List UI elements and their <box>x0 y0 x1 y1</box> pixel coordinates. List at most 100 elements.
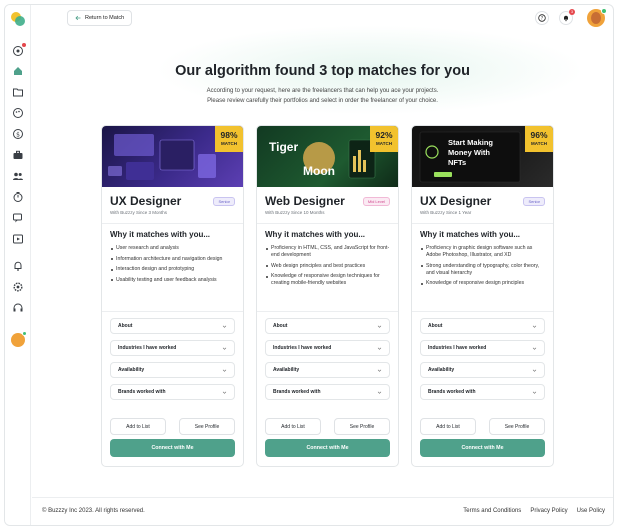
chevron-down-icon <box>222 391 227 394</box>
see-profile-button[interactable]: See Profile <box>334 418 390 435</box>
industries-accordion[interactable]: Industries I have worked <box>110 340 235 356</box>
add-to-list-button[interactable]: Add to List <box>110 418 166 435</box>
return-to-match-label: Return to Match <box>85 15 125 21</box>
use-policy-link[interactable]: Use Policy <box>577 508 605 514</box>
home-icon[interactable] <box>12 65 24 77</box>
chevron-down-icon <box>222 369 227 372</box>
see-profile-button[interactable]: See Profile <box>489 418 545 435</box>
skill-item: Information architecture and navigation … <box>110 256 235 263</box>
accordion-label: Brands worked with <box>428 389 476 395</box>
about-accordion[interactable]: About <box>265 318 390 334</box>
chevron-down-icon <box>377 347 382 350</box>
about-accordion[interactable]: About <box>420 318 545 334</box>
divider <box>257 223 398 224</box>
chevron-down-icon <box>377 325 382 328</box>
chevron-down-icon <box>532 325 537 328</box>
dollar-icon[interactable]: $ <box>12 128 24 140</box>
add-to-list-button[interactable]: Add to List <box>420 418 476 435</box>
about-accordion[interactable]: About <box>110 318 235 334</box>
online-indicator <box>601 8 607 14</box>
skills-list: Proficiency in HTML, CSS, and JavaScript… <box>265 245 390 309</box>
portfolio-headline: Start Making <box>448 138 494 147</box>
match-percent: 98% <box>220 130 238 140</box>
skills-list: User research and analysis Information a… <box>110 245 235 309</box>
arrow-left-icon <box>75 15 81 21</box>
video-icon[interactable] <box>12 233 24 245</box>
help-button[interactable]: ? <box>535 11 549 25</box>
skill-item: Knowledge of responsive design principle… <box>420 280 545 287</box>
accordion-label: Availability <box>118 367 145 373</box>
help-icon: ? <box>538 14 546 22</box>
match-badge: 96% MATCH <box>525 126 553 152</box>
add-to-list-button[interactable]: Add to List <box>265 418 321 435</box>
chat-icon[interactable] <box>12 212 24 224</box>
chevron-down-icon <box>532 391 537 394</box>
match-label: MATCH <box>376 141 392 146</box>
why-match-heading: Why it matches with you... <box>265 230 366 239</box>
brand-logo[interactable] <box>11 12 25 26</box>
accordion-label: Availability <box>273 367 300 373</box>
page-title: Our algorithm found 3 top matches for yo… <box>175 63 470 79</box>
match-percent: 96% <box>530 130 548 140</box>
availability-accordion[interactable]: Availability <box>420 362 545 378</box>
portfolio-preview[interactable]: Tiger Moon 92% MATCH <box>257 126 398 187</box>
skill-item: Usability testing and user feedback anal… <box>110 277 235 284</box>
divider <box>102 223 243 224</box>
settings-icon[interactable] <box>12 281 24 293</box>
chevron-down-icon <box>377 369 382 372</box>
match-label: MATCH <box>221 141 237 146</box>
users-icon[interactable] <box>12 170 24 182</box>
freelancer-card: 98% MATCH UX Designer Senior With Buzzzy… <box>101 125 244 467</box>
online-indicator <box>22 331 27 336</box>
level-badge: Mid Level <box>362 197 390 206</box>
industries-accordion[interactable]: Industries I have worked <box>420 340 545 356</box>
headset-icon[interactable] <box>12 302 24 314</box>
portfolio-preview[interactable]: 98% MATCH <box>102 126 243 187</box>
brands-accordion[interactable]: Brands worked with <box>420 384 545 400</box>
divider <box>102 311 243 312</box>
palette-icon[interactable] <box>12 107 24 119</box>
copyright-text: © Buzzzy Inc 2023. All rights reserved. <box>42 508 145 514</box>
accordion-label: Availability <box>428 367 455 373</box>
terms-link[interactable]: Terms and Conditions <box>463 508 521 514</box>
page-subtitle-line-2: Please review carefully their portfolios… <box>207 98 438 104</box>
industries-accordion[interactable]: Industries I have worked <box>265 340 390 356</box>
level-badge: Senior <box>523 197 545 206</box>
portfolio-headline: NFTs <box>448 158 467 167</box>
bell-icon[interactable] <box>12 260 24 272</box>
user-avatar[interactable] <box>587 8 607 27</box>
brands-accordion[interactable]: Brands worked with <box>110 384 235 400</box>
privacy-link[interactable]: Privacy Policy <box>530 508 567 514</box>
why-match-heading: Why it matches with you... <box>110 230 211 239</box>
sidebar-avatar[interactable] <box>11 331 27 347</box>
chevron-down-icon <box>532 369 537 372</box>
brands-accordion[interactable]: Brands worked with <box>265 384 390 400</box>
connect-button[interactable]: Connect with Me <box>110 439 235 457</box>
return-to-match-button[interactable]: Return to Match <box>67 10 133 26</box>
why-match-heading: Why it matches with you... <box>420 230 521 239</box>
notification-dot <box>22 43 26 47</box>
svg-text:$: $ <box>16 131 20 138</box>
bell-icon <box>564 15 568 22</box>
connect-button[interactable]: Connect with Me <box>265 439 390 457</box>
timer-icon[interactable] <box>12 191 24 203</box>
see-profile-button[interactable]: See Profile <box>179 418 235 435</box>
accordion-label: Brands worked with <box>118 389 166 395</box>
folder-icon[interactable] <box>12 86 24 98</box>
skill-item: Interaction design and prototyping <box>110 266 235 273</box>
portfolio-headline: Money With <box>448 148 491 157</box>
briefcase-icon[interactable] <box>12 149 24 161</box>
skill-item: User research and analysis <box>110 245 235 252</box>
portfolio-preview[interactable]: Start Making Money With NFTs 96% MATCH <box>412 126 553 187</box>
target-icon[interactable] <box>12 43 26 57</box>
sidebar: $ <box>5 5 31 525</box>
availability-accordion[interactable]: Availability <box>265 362 390 378</box>
accordion-label: Brands worked with <box>273 389 321 395</box>
notifications-button[interactable]: 3 <box>559 9 575 25</box>
availability-accordion[interactable]: Availability <box>110 362 235 378</box>
portfolio-headline: Moon <box>303 164 335 178</box>
chevron-down-icon <box>222 347 227 350</box>
connect-button[interactable]: Connect with Me <box>420 439 545 457</box>
accordion-label: Industries I have worked <box>273 345 332 351</box>
notification-badge: 3 <box>569 9 575 15</box>
